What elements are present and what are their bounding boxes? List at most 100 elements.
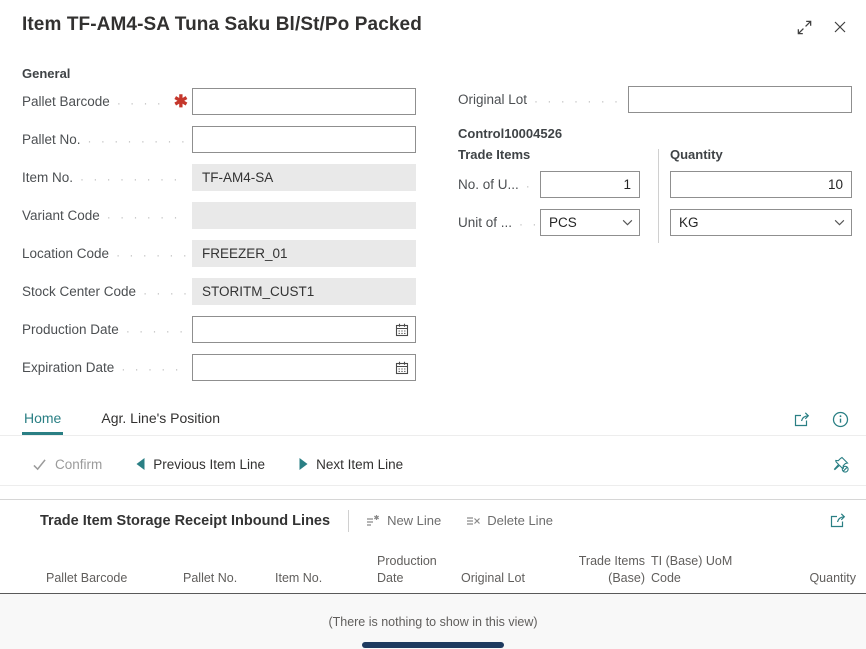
next-item-line-label: Next Item Line xyxy=(316,457,403,472)
dotted-leader xyxy=(126,324,188,338)
expiration-date-label: Expiration Date xyxy=(22,360,114,375)
field-production-date: Production Date xyxy=(22,316,416,343)
general-left-column: General Pallet Barcode ✱ Pallet No. Item… xyxy=(22,66,416,392)
field-stock-center-code: Stock Center Code STORITM_CUST1 xyxy=(22,278,416,305)
ribbon-tabs: Home Agr. Line's Position xyxy=(0,403,866,436)
dotted-leader xyxy=(526,179,536,193)
quantity-input[interactable] xyxy=(670,171,852,198)
new-line-button[interactable]: New Line xyxy=(365,513,441,529)
stock-center-code-value: STORITM_CUST1 xyxy=(192,278,416,305)
empty-view-message: (There is nothing to show in this view) xyxy=(0,594,866,629)
col-header-quantity[interactable]: Quantity xyxy=(753,570,856,587)
pin-icon[interactable] xyxy=(830,454,850,474)
page-title: Item TF-AM4-SA Tuna Saku Bl/St/Po Packed xyxy=(22,14,422,36)
field-quantity-uom: KG xyxy=(670,209,852,236)
next-item-line-button[interactable]: Next Item Line xyxy=(299,457,403,472)
required-icon: ✱ xyxy=(174,93,188,110)
production-date-input[interactable] xyxy=(193,317,389,342)
general-right-column: Original Lot Control10004526 Trade Items… xyxy=(458,86,852,247)
pallet-barcode-input[interactable] xyxy=(192,88,416,115)
pallet-barcode-label: Pallet Barcode xyxy=(22,94,110,109)
item-no-value: TF-AM4-SA xyxy=(192,164,416,191)
quantity-header: Quantity xyxy=(670,147,852,164)
field-no-of-units: No. of U... xyxy=(458,171,658,198)
variant-code-label: Variant Code xyxy=(22,208,100,223)
production-date-label: Production Date xyxy=(22,322,119,337)
control-group-label: Control10004526 xyxy=(458,126,852,141)
location-code-label: Location Code xyxy=(22,246,109,261)
command-toolbar: Confirm Previous Item Line Next Item Lin… xyxy=(0,443,866,486)
header-divider xyxy=(348,510,349,532)
col-header-ti-base-uom-code[interactable]: TI (Base) UoM Code xyxy=(651,553,747,587)
pallet-no-input[interactable] xyxy=(192,126,416,153)
new-line-icon xyxy=(365,513,381,529)
share-icon[interactable] xyxy=(792,409,812,429)
original-lot-input[interactable] xyxy=(628,86,852,113)
dotted-leader xyxy=(80,172,188,186)
quantity-group: Quantity KG xyxy=(670,147,852,247)
dotted-leader xyxy=(116,248,188,262)
col-header-production-date[interactable]: Production Date xyxy=(377,553,455,587)
dotted-leader xyxy=(534,94,624,108)
trade-items-group: Trade Items No. of U... Unit of ... PCS xyxy=(458,147,658,247)
dotted-leader xyxy=(121,362,188,376)
trade-items-header: Trade Items xyxy=(458,147,658,164)
tab-home[interactable]: Home xyxy=(22,403,63,435)
previous-item-line-label: Previous Item Line xyxy=(153,457,265,472)
field-item-no: Item No. TF-AM4-SA xyxy=(22,164,416,191)
col-header-original-lot[interactable]: Original Lot xyxy=(461,570,553,587)
no-of-units-input[interactable] xyxy=(540,171,640,198)
location-code-value: FREEZER_01 xyxy=(192,240,416,267)
field-variant-code: Variant Code xyxy=(22,202,416,229)
dotted-leader xyxy=(519,217,536,231)
dotted-leader xyxy=(143,286,188,300)
col-header-pallet-no[interactable]: Pallet No. xyxy=(183,570,269,587)
unit-of-measure-select[interactable]: PCS xyxy=(540,209,640,236)
group-divider xyxy=(658,149,659,243)
horizontal-scrollbar-thumb[interactable] xyxy=(362,642,504,648)
item-no-label: Item No. xyxy=(22,170,73,185)
unit-of-measure-label: Unit of ... xyxy=(458,215,512,230)
field-pallet-barcode: Pallet Barcode ✱ xyxy=(22,88,416,115)
lines-section: Trade Item Storage Receipt Inbound Lines… xyxy=(0,499,866,649)
no-of-units-label: No. of U... xyxy=(458,177,519,192)
field-original-lot: Original Lot xyxy=(458,86,852,113)
lines-grid-body: (There is nothing to show in this view) xyxy=(0,594,866,649)
confirm-label: Confirm xyxy=(55,457,102,472)
delete-line-label: Delete Line xyxy=(487,513,553,528)
original-lot-label: Original Lot xyxy=(458,92,527,107)
previous-item-line-button[interactable]: Previous Item Line xyxy=(136,457,265,472)
field-unit-of-measure: Unit of ... PCS xyxy=(458,209,658,236)
field-expiration-date: Expiration Date xyxy=(22,354,416,381)
dotted-leader xyxy=(107,210,188,224)
triangle-left-icon xyxy=(136,458,145,470)
share-icon[interactable] xyxy=(828,511,848,531)
new-line-label: New Line xyxy=(387,513,441,528)
calendar-icon[interactable] xyxy=(389,317,415,342)
close-icon[interactable] xyxy=(830,17,850,37)
expand-dialog-icon[interactable] xyxy=(794,17,814,37)
check-icon xyxy=(32,458,47,471)
col-header-pallet-barcode[interactable]: Pallet Barcode xyxy=(46,570,177,587)
tab-agr-lines-position[interactable]: Agr. Line's Position xyxy=(99,403,222,435)
stock-center-code-label: Stock Center Code xyxy=(22,284,136,299)
item-dialog: Item TF-AM4-SA Tuna Saku Bl/St/Po Packed… xyxy=(0,0,866,649)
field-location-code: Location Code FREEZER_01 xyxy=(22,240,416,267)
calendar-icon[interactable] xyxy=(389,355,415,380)
col-header-item-no[interactable]: Item No. xyxy=(275,570,371,587)
field-pallet-no: Pallet No. xyxy=(22,126,416,153)
title-bar: Item TF-AM4-SA Tuna Saku Bl/St/Po Packed xyxy=(22,14,850,37)
col-header-trade-items-base[interactable]: Trade Items (Base) xyxy=(559,553,645,587)
lines-header: Trade Item Storage Receipt Inbound Lines… xyxy=(0,500,866,541)
triangle-right-icon xyxy=(299,458,308,470)
field-quantity xyxy=(670,171,852,198)
delete-line-button[interactable]: Delete Line xyxy=(465,513,553,529)
quantity-uom-select[interactable]: KG xyxy=(670,209,852,236)
lines-grid-header: Pallet Barcode Pallet No. Item No. Produ… xyxy=(0,541,866,594)
chevron-down-icon xyxy=(622,219,633,226)
chevron-down-icon xyxy=(834,219,845,226)
info-icon[interactable] xyxy=(830,409,850,429)
confirm-button[interactable]: Confirm xyxy=(32,457,102,472)
expiration-date-input[interactable] xyxy=(193,355,389,380)
unit-of-measure-value: PCS xyxy=(549,215,622,230)
